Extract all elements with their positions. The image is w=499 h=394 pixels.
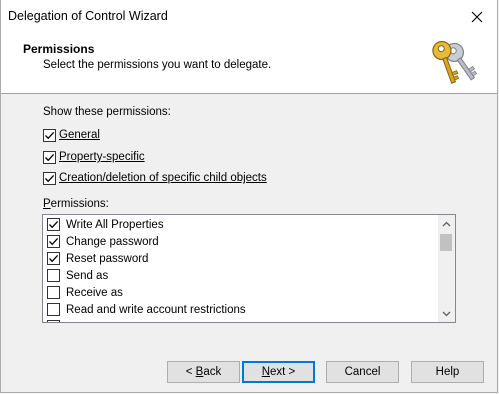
page-title: Permissions: [23, 42, 95, 56]
permission-item-read-write-account-restrictions[interactable]: Read and write account restrictions: [47, 301, 246, 318]
check-icon: [45, 174, 55, 182]
show-property-specific-label: Property-specific: [59, 151, 145, 163]
back-prefix: <: [185, 366, 196, 378]
permissions-list-rows: Write All Properties Change password Res…: [43, 215, 438, 322]
scroll-thumb[interactable]: [440, 234, 452, 251]
permission-label: Reset password: [66, 252, 149, 265]
checkbox-box: [43, 171, 56, 185]
checkbox-box: [47, 218, 60, 231]
show-creation-deletion-checkbox[interactable]: Creation/deletion of specific child obje…: [43, 170, 267, 186]
checkbox-box: [43, 150, 56, 164]
show-property-specific-checkbox[interactable]: Property-specific: [43, 149, 145, 165]
check-icon: [45, 153, 55, 161]
mnemonic-letter: P: [43, 198, 51, 210]
keys-icon: [429, 37, 481, 89]
show-creation-deletion-label: Creation/deletion of specific child obje…: [59, 172, 267, 184]
permission-label: Change password: [66, 235, 159, 248]
permission-item-change-password[interactable]: Change password: [47, 233, 159, 250]
checkbox-box: [43, 128, 56, 142]
permission-label: Receive as: [66, 286, 123, 299]
mnemonic-letter: N: [261, 366, 271, 378]
label-rest: ermissions:: [50, 198, 109, 210]
permissions-scrollbar[interactable]: [438, 215, 455, 322]
next-button[interactable]: Next >: [242, 361, 315, 383]
chevron-down-icon: [442, 311, 451, 316]
permission-item-write-all-properties[interactable]: Write All Properties: [47, 216, 164, 233]
permission-item-reset-password[interactable]: Reset password: [47, 250, 148, 267]
permission-item-receive-as[interactable]: Receive as: [47, 284, 123, 301]
next-rest: ext >: [270, 366, 296, 378]
wizard-header: Permissions Select the permissions you w…: [1, 33, 497, 94]
permission-item-send-as[interactable]: Send as: [47, 267, 108, 284]
permission-label: Write All Properties: [66, 218, 164, 231]
close-button[interactable]: [457, 0, 497, 33]
page-subtitle: Select the permissions you want to deleg…: [43, 59, 272, 71]
checkbox-box: [47, 252, 60, 265]
permissions-list-label: Permissions:: [43, 198, 109, 210]
close-icon: [471, 11, 483, 23]
chevron-up-icon: [442, 221, 451, 226]
scroll-up-button[interactable]: [438, 215, 455, 232]
back-button[interactable]: < Back: [167, 361, 240, 383]
check-icon: [49, 254, 59, 263]
title-bar: Delegation of Control Wizard: [1, 0, 497, 33]
permissions-listbox[interactable]: Write All Properties Change password Res…: [42, 214, 456, 323]
checkbox-box: [47, 320, 60, 322]
checkbox-box: [47, 235, 60, 248]
window-title: Delegation of Control Wizard: [8, 9, 168, 23]
show-permissions-label: Show these permissions:: [43, 106, 171, 118]
cancel-label: Cancel: [344, 366, 381, 378]
check-icon: [49, 237, 59, 246]
permission-label: Read and write account restrictions: [66, 303, 246, 316]
checkbox-box: [47, 286, 60, 299]
checkbox-box: [47, 303, 60, 316]
check-icon: [45, 131, 55, 139]
back-rest: ack: [203, 366, 222, 378]
cancel-button[interactable]: Cancel: [326, 361, 399, 383]
check-icon: [49, 220, 59, 229]
permission-label: Send as: [66, 269, 109, 282]
show-general-checkbox[interactable]: General: [43, 127, 100, 143]
wizard-window: Delegation of Control Wizard Permissions…: [0, 0, 498, 393]
checkbox-box: [47, 269, 60, 282]
mnemonic-letter: B: [195, 366, 204, 378]
help-label: Help: [435, 366, 460, 378]
permission-item-partial[interactable]: [47, 318, 66, 322]
show-general-label: General: [59, 129, 100, 141]
help-button[interactable]: Help: [411, 361, 484, 383]
scroll-down-button[interactable]: [438, 305, 455, 322]
